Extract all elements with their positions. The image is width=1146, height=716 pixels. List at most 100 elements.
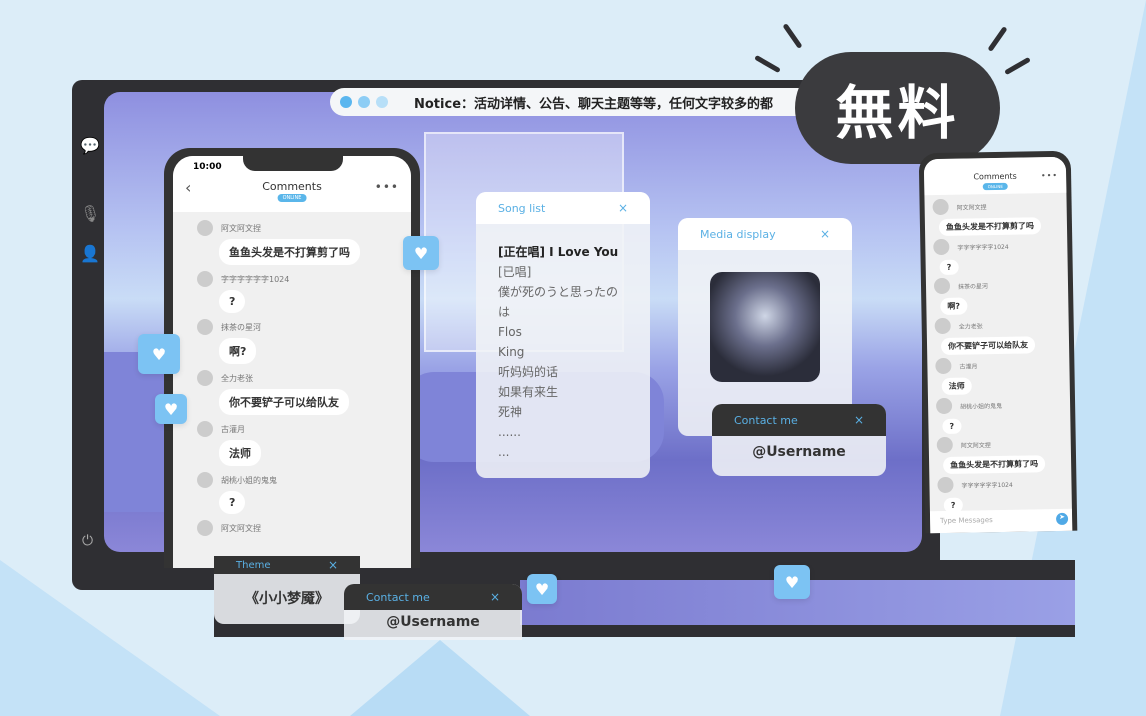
username: 抹茶の星河 <box>221 322 261 332</box>
message-item: 古灌月 法师 <box>935 356 1070 395</box>
message-bubble: 啊? <box>219 338 257 364</box>
microphone-icon[interactable]: 🎙 <box>80 204 100 223</box>
song-item[interactable]: 死神 <box>498 402 628 422</box>
phone-header: Comments ONLINE ••• <box>923 156 1067 196</box>
username: 抹茶の星河 <box>957 282 989 291</box>
message-user: 全力老张 <box>934 316 1069 335</box>
message-bubble: 鱼鱼头发是不打算剪了吗 <box>219 239 360 265</box>
status-badge: ONLINE <box>277 194 307 202</box>
close-icon[interactable]: × <box>820 227 830 241</box>
close-icon[interactable]: × <box>328 558 338 572</box>
message-item: 胡桃小姐的鬼鬼? <box>935 396 1071 434</box>
username: 胡桃小姐的鬼鬼 <box>960 402 1003 411</box>
message-user: 字字字字字字1024 <box>933 237 1067 256</box>
phone-header: 10:00 ‹ Comments ONLINE ••• <box>173 156 411 212</box>
avatar[interactable] <box>197 370 213 386</box>
username: 阿文阿文捏 <box>221 223 261 233</box>
album-cover <box>710 272 820 382</box>
avatar[interactable] <box>935 397 953 415</box>
song-item[interactable]: King <box>498 342 628 362</box>
username: 阿文阿文捏 <box>956 203 987 212</box>
status-time: 10:00 <box>193 162 222 172</box>
avatar[interactable] <box>933 277 951 295</box>
message-bubble: 法师 <box>219 440 261 466</box>
close-icon[interactable]: × <box>490 590 500 604</box>
message-item: 全力老张 你不要铲子可以给队友 <box>934 316 1070 355</box>
message-item: 阿文阿文捏鱼鱼头发是不打算剪了吗 <box>197 220 411 265</box>
avatar[interactable] <box>197 319 213 335</box>
avatar[interactable] <box>934 317 951 335</box>
message-item: 字字字字字字1024? <box>937 475 1072 513</box>
message-item: 抹茶の星河 啊? <box>933 276 1069 315</box>
contact-username: @Username <box>386 614 480 630</box>
message-bubble: ? <box>939 259 959 276</box>
avatar[interactable] <box>936 436 953 454</box>
message-bubble: ? <box>219 290 246 313</box>
avatar[interactable] <box>935 357 952 375</box>
window-dot[interactable] <box>358 96 370 108</box>
song-item[interactable]: Flos <box>498 322 628 342</box>
avatar[interactable] <box>197 421 213 437</box>
avatar[interactable] <box>933 238 950 256</box>
message-user: 抹茶の星河 <box>197 319 411 335</box>
notice-bar: Notice：活动详情、公告、聊天主题等等，任何文字较多的都 <box>330 88 820 116</box>
avatar[interactable] <box>197 220 213 236</box>
free-badge: 無料 <box>795 52 1000 164</box>
heart-icon: ♥ <box>155 394 187 424</box>
power-icon[interactable]: ⏻ <box>82 533 93 549</box>
song-item[interactable]: 听妈妈的话 <box>498 362 628 382</box>
message-user: 阿文阿文捏 <box>197 520 411 536</box>
username: 全力老张 <box>221 373 253 383</box>
theme-panel: Theme × 《小小梦魇》 <box>214 556 360 624</box>
song-item[interactable]: ...... <box>498 422 628 442</box>
message-item: 字字字字字字1024? <box>933 237 1068 276</box>
message-user: 胡桃小姐的鬼鬼 <box>197 472 411 488</box>
message-bubble: 你不要铲子可以给队友 <box>940 336 1036 355</box>
song-item[interactable]: 僕が死のうと思ったのは <box>498 282 628 322</box>
contact-panel: Contact me × @Username <box>712 404 886 476</box>
message-item: 古灌月 法师 <box>197 421 411 466</box>
heart-icon: ♥ <box>527 574 557 604</box>
message-user: 阿文阿文捏 <box>197 220 411 236</box>
more-icon[interactable]: ••• <box>375 180 399 194</box>
message-user: 阿文阿文捏 <box>936 435 1071 454</box>
heart-icon: ♥ <box>138 334 180 374</box>
panel-header: Song list × <box>476 192 650 224</box>
song-item[interactable]: [已唱] <box>498 262 628 282</box>
avatar[interactable] <box>197 520 213 536</box>
message-item: 抹茶の星河啊? <box>197 319 411 364</box>
message-item: 胡桃小姐的鬼鬼? <box>197 472 411 514</box>
chat-icon[interactable]: 💬 <box>80 136 100 155</box>
window-dot[interactable] <box>376 96 388 108</box>
song-item[interactable]: [正在唱] I Love You <box>498 242 628 262</box>
close-icon[interactable]: × <box>618 201 628 215</box>
send-icon[interactable]: ➤ <box>1055 512 1069 526</box>
window-dot[interactable] <box>340 96 352 108</box>
comments-phone-2: Comments ONLINE ••• 阿文阿文捏 鱼鱼头发是不打算剪了吗 字字字字… <box>918 150 1078 534</box>
panel-title: Song list <box>498 201 546 215</box>
user-icon[interactable]: 👤 <box>80 244 100 263</box>
song-item[interactable]: ... <box>498 442 628 462</box>
panel-title: Theme <box>236 559 271 571</box>
username: 胡桃小姐的鬼鬼 <box>221 475 277 485</box>
message-input[interactable]: Type Messages ➤ <box>929 508 1073 534</box>
username: 字字字字字字1024 <box>221 274 290 284</box>
message-user: 古灌月 <box>197 421 411 437</box>
message-user: 阿文阿文捏 <box>932 197 1066 216</box>
close-icon[interactable]: × <box>854 413 864 427</box>
panel-header: Contact me × <box>344 584 522 610</box>
avatar[interactable] <box>197 271 213 287</box>
avatar[interactable] <box>197 472 213 488</box>
notice-text: Notice：活动详情、公告、聊天主题等等，任何文字较多的都 <box>414 96 774 112</box>
song-item[interactable]: 如果有来生 <box>498 382 628 402</box>
message-user: 胡桃小姐的鬼鬼 <box>935 396 1070 415</box>
more-icon[interactable]: ••• <box>1041 171 1058 180</box>
message-bubble: 鱼鱼头发是不打算剪了吗 <box>938 217 1042 237</box>
username: 古灌月 <box>221 424 245 434</box>
message-bubble: ? <box>219 491 246 514</box>
avatar[interactable] <box>937 476 954 494</box>
message-user: 字字字字字字1024 <box>937 475 1071 494</box>
panel-title: Contact me <box>734 413 798 427</box>
avatar[interactable] <box>932 198 949 216</box>
username: 阿文阿文捏 <box>960 441 991 450</box>
